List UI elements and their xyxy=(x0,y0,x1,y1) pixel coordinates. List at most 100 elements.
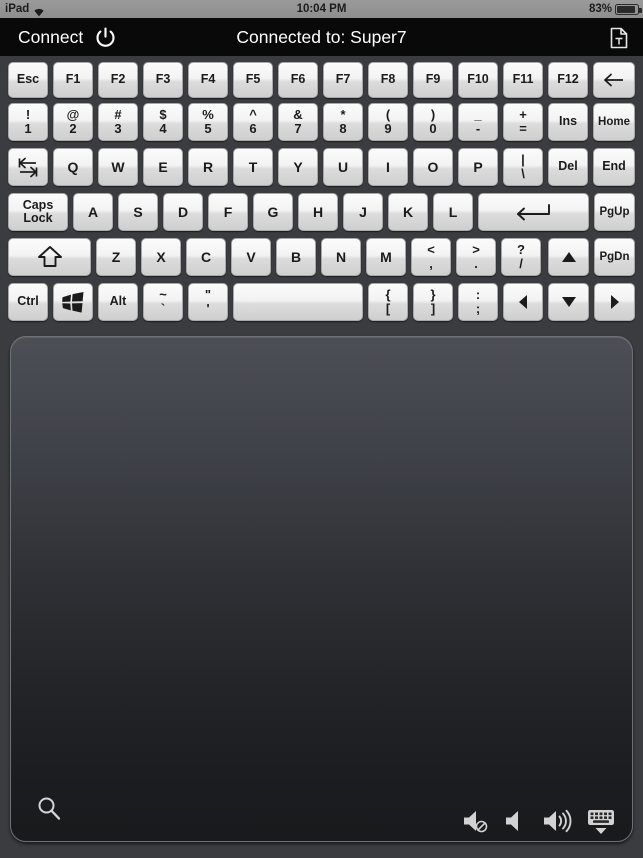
key-label: E xyxy=(158,158,168,175)
key-f10[interactable]: F10 xyxy=(458,62,498,98)
key-label: F8 xyxy=(380,72,396,87)
key-x[interactable]: X xyxy=(141,238,181,276)
key-b[interactable]: B xyxy=(276,238,316,276)
key-quote[interactable]: " ' xyxy=(188,283,228,321)
key-enter[interactable] xyxy=(478,193,589,231)
key-7[interactable]: & 7 xyxy=(278,103,318,141)
key-5[interactable]: % 5 xyxy=(188,103,228,141)
key-f11[interactable]: F11 xyxy=(503,62,543,98)
key-s[interactable]: S xyxy=(118,193,158,231)
key-q[interactable]: Q xyxy=(53,148,93,186)
key-o[interactable]: O xyxy=(413,148,453,186)
key-a[interactable]: A xyxy=(73,193,113,231)
volume-up-icon[interactable] xyxy=(543,808,575,839)
key-label: F xyxy=(223,203,233,220)
key-equals[interactable]: + = xyxy=(503,103,543,141)
key-z[interactable]: Z xyxy=(96,238,136,276)
key-l[interactable]: L xyxy=(433,193,473,231)
key-p[interactable]: P xyxy=(458,148,498,186)
key-t[interactable]: T xyxy=(233,148,273,186)
key-f3[interactable]: F3 xyxy=(143,62,183,98)
key-backtick[interactable]: ~ ` xyxy=(143,283,183,321)
key-1[interactable]: ! 1 xyxy=(8,103,48,141)
key-8[interactable]: * 8 xyxy=(323,103,363,141)
key-ctrl[interactable]: Ctrl xyxy=(8,283,48,321)
key-top-label: + xyxy=(519,106,527,122)
key-shift[interactable] xyxy=(8,238,91,276)
key-w[interactable]: W xyxy=(98,148,138,186)
key-0[interactable]: ) 0 xyxy=(413,103,453,141)
key-v[interactable]: V xyxy=(231,238,271,276)
key-r[interactable]: R xyxy=(188,148,228,186)
key-slash[interactable]: ? / xyxy=(501,238,541,276)
volume-mute-icon[interactable] xyxy=(461,808,491,839)
key-bracket-left[interactable]: {[ xyxy=(368,283,408,321)
key-label: F12 xyxy=(557,72,579,87)
key-k[interactable]: K xyxy=(388,193,428,231)
key-m[interactable]: M xyxy=(366,238,406,276)
key-arrow-left[interactable] xyxy=(503,283,543,321)
bottom-toolbar xyxy=(0,796,643,858)
key-pgdn[interactable]: PgDn xyxy=(594,238,635,276)
key-4[interactable]: $4 xyxy=(143,103,183,141)
key-semicolon[interactable]: :; xyxy=(458,283,498,321)
key-2[interactable]: @2 xyxy=(53,103,93,141)
key-g[interactable]: G xyxy=(253,193,293,231)
key-f9[interactable]: F9 xyxy=(413,62,453,98)
key-backslash[interactable]: | \ xyxy=(503,148,543,186)
key-top-label: % xyxy=(202,106,214,122)
key-f6[interactable]: F6 xyxy=(278,62,318,98)
key-ins[interactable]: Ins xyxy=(548,103,588,141)
key-u[interactable]: U xyxy=(323,148,363,186)
key-9[interactable]: (9 xyxy=(368,103,408,141)
key-bottom-label: 5 xyxy=(204,121,212,137)
key-f4[interactable]: F4 xyxy=(188,62,228,98)
key-tab[interactable] xyxy=(8,148,48,186)
key-d[interactable]: D xyxy=(163,193,203,231)
trackpad-area[interactable] xyxy=(10,336,633,842)
key-windows[interactable] xyxy=(53,283,93,321)
key-period[interactable]: >. xyxy=(456,238,496,276)
key-top-label: ( xyxy=(385,106,391,122)
key-f2[interactable]: F2 xyxy=(98,62,138,98)
key-label: Alt xyxy=(109,294,127,309)
key-f8[interactable]: F8 xyxy=(368,62,408,98)
key-caps-lock[interactable]: Caps Lock xyxy=(8,193,68,231)
key-e[interactable]: E xyxy=(143,148,183,186)
key-c[interactable]: C xyxy=(186,238,226,276)
key-label: F11 xyxy=(512,72,534,87)
key-esc[interactable]: Esc xyxy=(8,62,48,98)
key-n[interactable]: N xyxy=(321,238,361,276)
key-top-label: > xyxy=(472,241,480,257)
key-bracket-right[interactable]: }] xyxy=(413,283,453,321)
key-label: Y xyxy=(293,158,303,175)
key-f[interactable]: F xyxy=(208,193,248,231)
key-j[interactable]: J xyxy=(343,193,383,231)
key-del[interactable]: Del xyxy=(548,148,588,186)
key-i[interactable]: I xyxy=(368,148,408,186)
key-3[interactable]: #3 xyxy=(98,103,138,141)
key-backspace[interactable] xyxy=(593,62,635,98)
key-arrow-up[interactable] xyxy=(548,238,589,276)
key-alt[interactable]: Alt xyxy=(98,283,138,321)
key-arrow-down[interactable] xyxy=(548,283,589,321)
key-h[interactable]: H xyxy=(298,193,338,231)
text-document-icon[interactable] xyxy=(609,27,629,49)
key-6[interactable]: ^ 6 xyxy=(233,103,273,141)
volume-down-icon[interactable] xyxy=(503,808,531,839)
key-f12[interactable]: F12 xyxy=(548,62,588,98)
key-top-label: Caps xyxy=(22,197,54,212)
key-f5[interactable]: F5 xyxy=(233,62,273,98)
hide-keyboard-icon[interactable] xyxy=(585,807,617,840)
key-home[interactable]: Home xyxy=(593,103,635,141)
key-y[interactable]: Y xyxy=(278,148,318,186)
key-arrow-right[interactable] xyxy=(594,283,635,321)
key-end[interactable]: End xyxy=(593,148,635,186)
key-f7[interactable]: F7 xyxy=(323,62,363,98)
key-pgup[interactable]: PgUp xyxy=(594,193,635,231)
key-minus[interactable]: _ - xyxy=(458,103,498,141)
key-space[interactable] xyxy=(233,283,363,321)
key-label: S xyxy=(133,203,143,220)
key-f1[interactable]: F1 xyxy=(53,62,93,98)
key-comma[interactable]: <, xyxy=(411,238,451,276)
